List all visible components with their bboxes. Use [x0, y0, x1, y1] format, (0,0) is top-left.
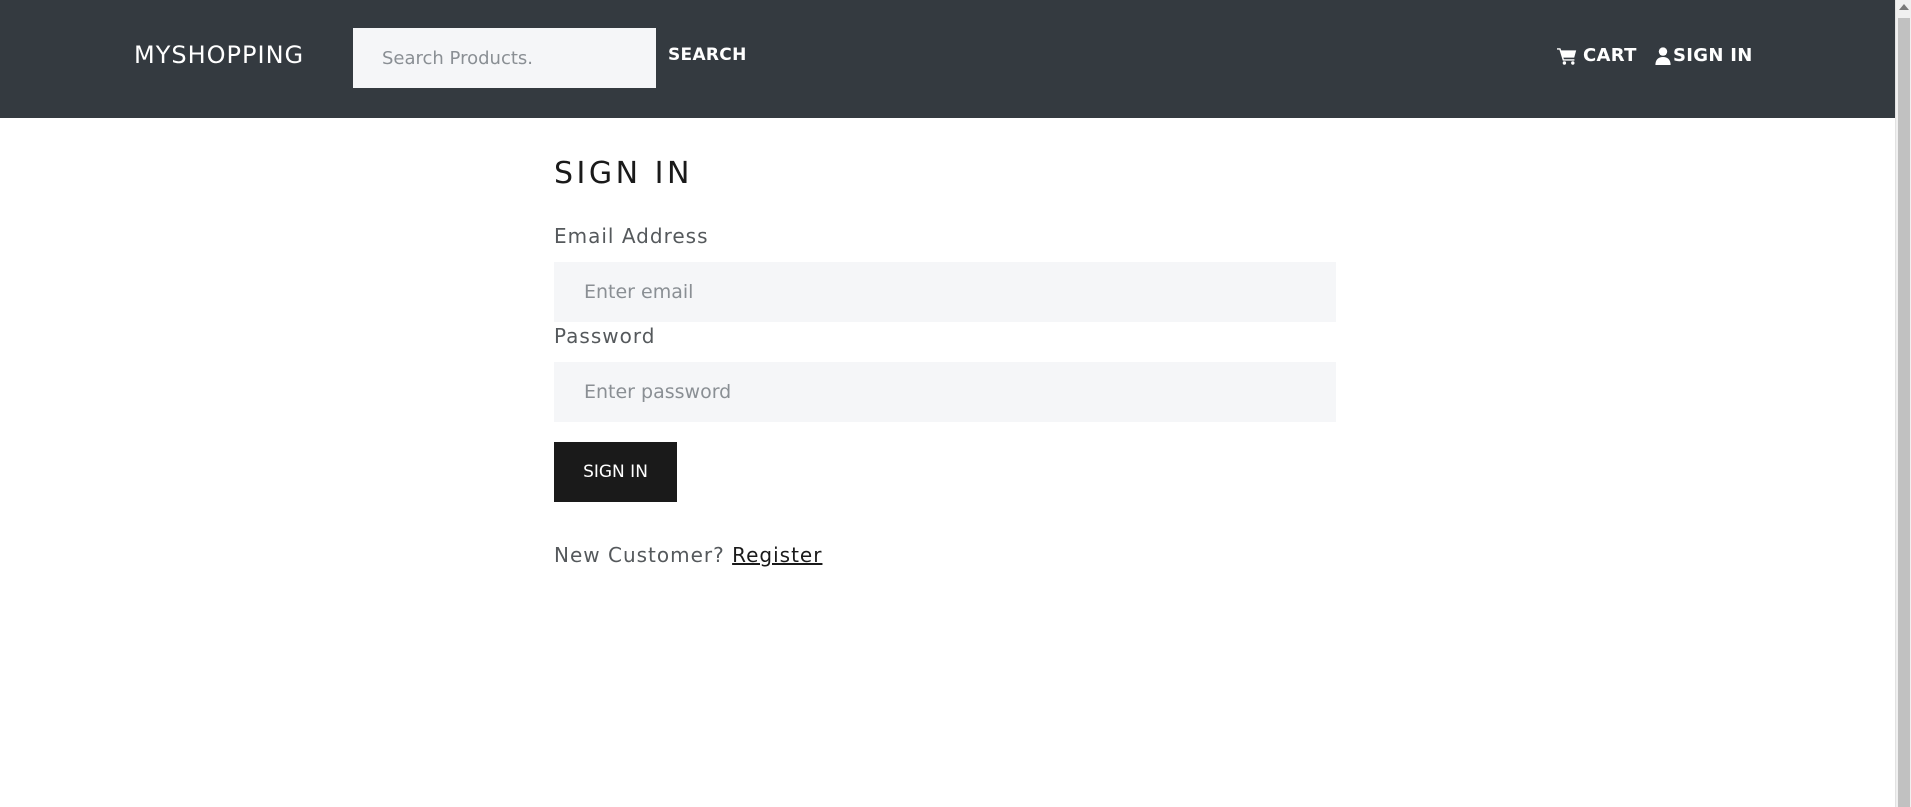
email-label: Email Address	[554, 224, 709, 248]
user-icon	[1655, 46, 1671, 65]
search-button[interactable]: SEARCH	[668, 45, 747, 65]
new-customer-text: New Customer?	[554, 543, 725, 567]
brand-logo[interactable]: MYSHOPPING	[134, 41, 304, 69]
password-label: Password	[554, 324, 656, 348]
vertical-scrollbar[interactable]	[1895, 0, 1911, 807]
register-prompt: New Customer? Register	[554, 543, 822, 567]
register-link[interactable]: Register	[732, 543, 822, 567]
navbar: MYSHOPPING SEARCH CART SIGN IN	[0, 0, 1895, 118]
email-field[interactable]	[554, 262, 1336, 322]
signin-submit-button[interactable]: SIGN IN	[554, 442, 677, 502]
password-field[interactable]	[554, 362, 1336, 422]
scrollbar-thumb[interactable]	[1898, 18, 1910, 807]
shopping-cart-icon	[1557, 47, 1577, 65]
signin-label: SIGN IN	[1673, 45, 1753, 66]
page-title: SIGN IN	[554, 156, 693, 191]
signin-link[interactable]: SIGN IN	[1655, 45, 1753, 66]
search-input[interactable]	[353, 28, 656, 88]
cart-link[interactable]: CART	[1557, 45, 1637, 66]
scroll-up-arrow-icon[interactable]	[1899, 4, 1909, 10]
cart-label: CART	[1583, 45, 1637, 66]
